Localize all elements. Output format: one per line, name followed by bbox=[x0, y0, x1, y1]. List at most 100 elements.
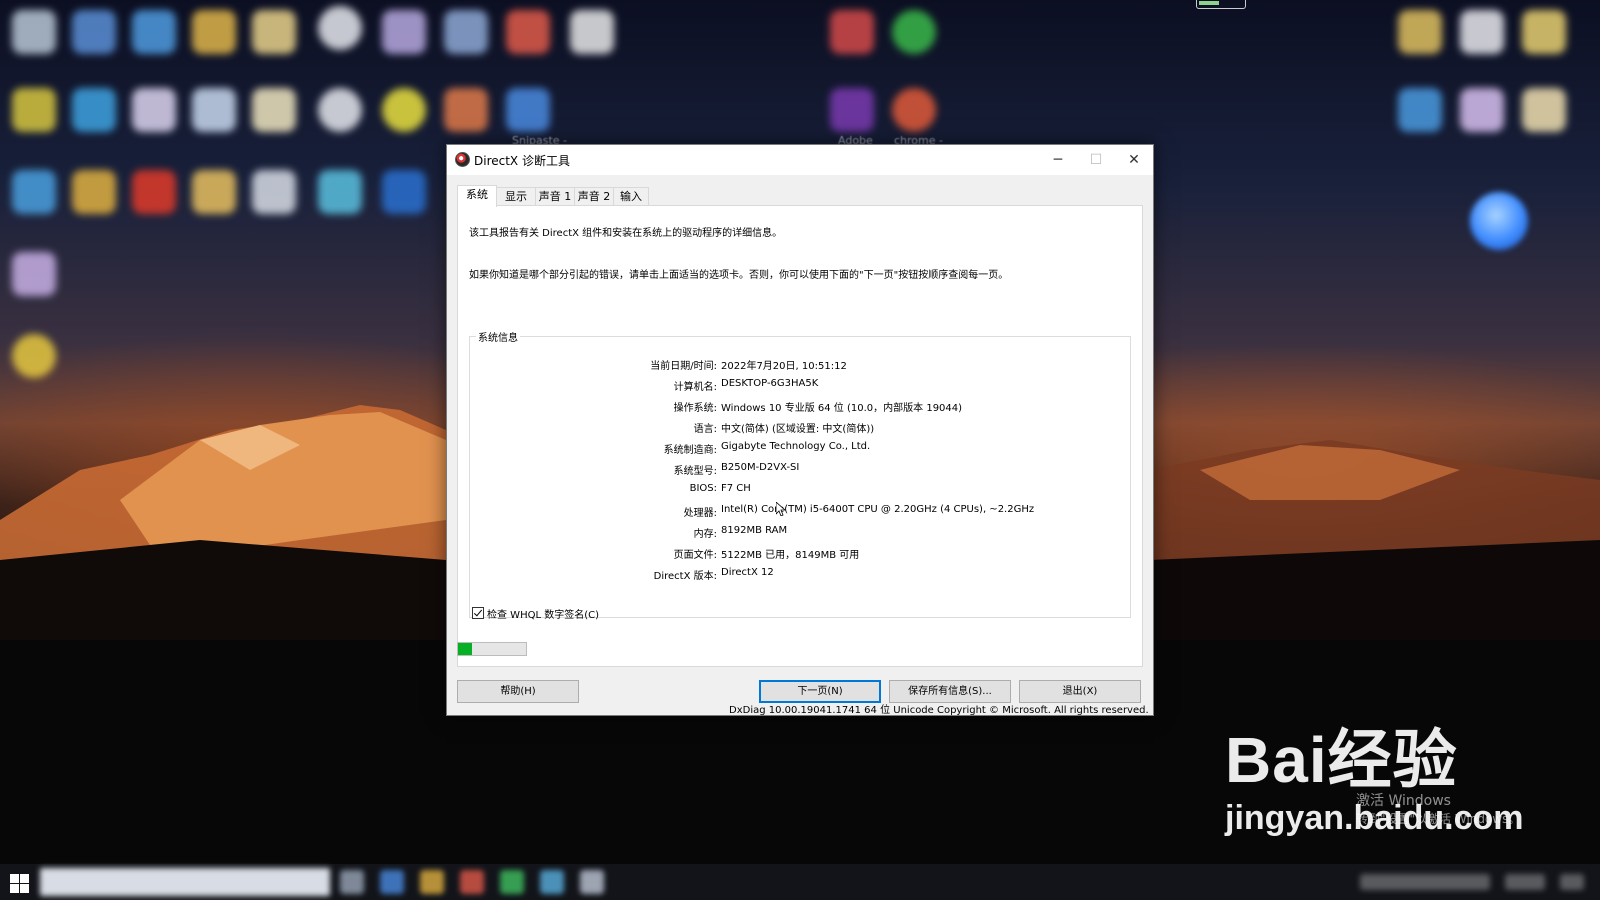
desktop-app-icon[interactable] bbox=[892, 10, 936, 54]
taskbar-app-icon[interactable] bbox=[500, 870, 524, 894]
floating-ball-icon[interactable] bbox=[1470, 192, 1528, 250]
info-value: DESKTOP-6G3HA5K bbox=[721, 378, 819, 389]
desktop-app-icon[interactable] bbox=[1398, 88, 1442, 132]
minimize-button[interactable]: ─ bbox=[1039, 145, 1077, 175]
exit-button[interactable]: 退出(X) bbox=[1019, 680, 1141, 703]
info-label: 当前日期/时间: bbox=[650, 361, 717, 372]
desktop-app-icon[interactable] bbox=[252, 170, 296, 214]
info-row-bios: BIOS: F7 CH bbox=[470, 483, 1130, 499]
help-button[interactable]: 帮助(H) bbox=[457, 680, 579, 703]
info-row-os: 操作系统: Windows 10 专业版 64 位 (10.0，内部版本 190… bbox=[470, 399, 1130, 415]
taskbar-app-icon[interactable] bbox=[580, 870, 604, 894]
tab-sound-2[interactable]: 声音 2 bbox=[574, 187, 614, 206]
next-page-button[interactable]: 下一页(N) bbox=[759, 680, 881, 703]
tab-sound-1[interactable]: 声音 1 bbox=[535, 187, 575, 206]
whql-checkbox[interactable] bbox=[472, 607, 484, 619]
desktop-app-icon[interactable] bbox=[192, 88, 236, 132]
tab-input[interactable]: 输入 bbox=[613, 187, 649, 206]
desktop-app-icon[interactable] bbox=[1460, 88, 1504, 132]
desktop-app-icon[interactable] bbox=[318, 170, 362, 214]
desktop-app-icon[interactable] bbox=[12, 88, 56, 132]
info-label: 页面文件: bbox=[673, 550, 717, 561]
info-value: 8192MB RAM bbox=[721, 525, 788, 536]
windows-start-icon[interactable] bbox=[8, 872, 30, 894]
desktop-app-icon[interactable] bbox=[1460, 10, 1504, 54]
desktop-app-icon[interactable] bbox=[72, 88, 116, 132]
info-label: 操作系统: bbox=[673, 403, 717, 414]
close-button[interactable]: ✕ bbox=[1115, 145, 1153, 175]
desktop-app-icon[interactable] bbox=[132, 10, 176, 54]
save-all-info-button[interactable]: 保存所有信息(S)... bbox=[889, 680, 1011, 703]
info-row-page-file: 页面文件: 5122MB 已用，8149MB 可用 bbox=[470, 546, 1130, 562]
info-label: 内存: bbox=[693, 529, 717, 540]
info-label: DirectX 版本: bbox=[653, 571, 717, 582]
info-row-processor: 处理器: Intel(R) Core(TM) i5-6400T CPU @ 2.… bbox=[470, 504, 1130, 520]
desktop-app-icon[interactable] bbox=[318, 88, 362, 132]
taskbar-search-box[interactable] bbox=[40, 868, 330, 896]
desktop-app-icon[interactable] bbox=[444, 10, 488, 54]
desktop-app-icon[interactable] bbox=[1522, 88, 1566, 132]
directx-icon bbox=[455, 152, 470, 167]
desktop-app-icon[interactable] bbox=[506, 10, 550, 54]
info-label: 系统型号: bbox=[673, 466, 717, 477]
info-row-computer-name: 计算机名: DESKTOP-6G3HA5K bbox=[470, 378, 1130, 394]
info-value: Windows 10 专业版 64 位 (10.0，内部版本 19044) bbox=[721, 403, 963, 414]
window-title: DirectX 诊断工具 bbox=[474, 154, 570, 168]
desktop-app-icon[interactable] bbox=[12, 334, 56, 378]
info-row-datetime: 当前日期/时间: 2022年7月20日, 10:51:12 bbox=[470, 357, 1130, 373]
progress-bar bbox=[457, 642, 527, 656]
info-value: Intel(R) Core(TM) i5-6400T CPU @ 2.20GHz… bbox=[721, 504, 1035, 515]
desktop-app-icon[interactable] bbox=[830, 10, 874, 54]
desktop-app-icon[interactable] bbox=[12, 252, 56, 296]
desktop-app-icon[interactable] bbox=[72, 170, 116, 214]
desktop-app-icon[interactable] bbox=[132, 88, 176, 132]
baidu-watermark: Bai经验 jingyan.baidu.com bbox=[1225, 728, 1523, 838]
desktop-app-icon[interactable] bbox=[506, 88, 550, 132]
notification-icon[interactable] bbox=[1560, 874, 1584, 890]
system-tray[interactable] bbox=[1360, 874, 1490, 890]
taskbar-app-icon[interactable] bbox=[460, 870, 484, 894]
desktop-app-icon[interactable] bbox=[72, 10, 116, 54]
desktop-app-icon[interactable] bbox=[570, 10, 614, 54]
window-titlebar[interactable]: DirectX 诊断工具 ─ ☐ ✕ bbox=[447, 145, 1153, 175]
progress-fill bbox=[458, 643, 472, 655]
tab-display[interactable]: 显示 bbox=[496, 187, 536, 206]
desktop-app-icon[interactable] bbox=[252, 88, 296, 132]
info-row-language: 语言: 中文(简体) (区域设置: 中文(简体)) bbox=[470, 420, 1130, 436]
system-info-group: 系统信息 当前日期/时间: 2022年7月20日, 10:51:12 计算机名:… bbox=[469, 329, 1131, 618]
taskbar-app-icon[interactable] bbox=[380, 870, 404, 894]
system-tab-panel: 该工具报告有关 DirectX 组件和安装在系统上的驱动程序的详细信息。 如果你… bbox=[457, 205, 1149, 716]
info-label: 计算机名: bbox=[673, 382, 717, 393]
directx-diagnostic-window: DirectX 诊断工具 ─ ☐ ✕ 系统 显示 声音 1 声音 2 输入 该工… bbox=[446, 144, 1154, 716]
info-value: 中文(简体) (区域设置: 中文(简体)) bbox=[721, 424, 875, 435]
tab-system[interactable]: 系统 bbox=[457, 185, 497, 207]
desktop-app-icon[interactable] bbox=[318, 6, 362, 50]
whql-checkbox-label[interactable]: 检查 WHQL 数字签名(C) bbox=[487, 606, 599, 621]
desktop-app-icon[interactable] bbox=[444, 88, 488, 132]
clock[interactable] bbox=[1505, 874, 1545, 890]
maximize-button[interactable]: ☐ bbox=[1077, 145, 1115, 175]
desktop-app-icon[interactable] bbox=[252, 10, 296, 54]
desktop-app-icon[interactable] bbox=[1522, 10, 1566, 54]
info-label: 处理器: bbox=[683, 508, 717, 519]
desktop-app-icon[interactable] bbox=[12, 170, 56, 214]
info-row-manufacturer: 系统制造商: Gigabyte Technology Co., Ltd. bbox=[470, 441, 1130, 457]
intro-hint-text: 如果你知道是哪个部分引起的错误，请单击上面适当的选项卡。否则，你可以使用下面的"… bbox=[469, 270, 1009, 281]
info-value: 2022年7月20日, 10:51:12 bbox=[721, 361, 847, 372]
desktop-app-icon[interactable] bbox=[1398, 10, 1442, 54]
desktop-app-icon[interactable] bbox=[382, 10, 426, 54]
info-value: 5122MB 已用，8149MB 可用 bbox=[721, 550, 860, 561]
taskbar-app-icon[interactable] bbox=[540, 870, 564, 894]
desktop-app-icon[interactable] bbox=[192, 170, 236, 214]
desktop-app-icon[interactable] bbox=[132, 170, 176, 214]
desktop-app-icon[interactable] bbox=[830, 88, 874, 132]
intro-text: 该工具报告有关 DirectX 组件和安装在系统上的驱动程序的详细信息。 bbox=[469, 228, 783, 239]
desktop-app-icon[interactable] bbox=[192, 10, 236, 54]
taskbar-app-icon[interactable] bbox=[420, 870, 444, 894]
desktop-app-icon[interactable] bbox=[382, 170, 426, 214]
desktop-app-icon[interactable] bbox=[892, 88, 936, 132]
desktop-app-icon[interactable] bbox=[382, 88, 426, 132]
desktop-app-icon[interactable] bbox=[12, 10, 56, 54]
taskbar bbox=[0, 864, 1600, 900]
taskbar-app-icon[interactable] bbox=[340, 870, 364, 894]
